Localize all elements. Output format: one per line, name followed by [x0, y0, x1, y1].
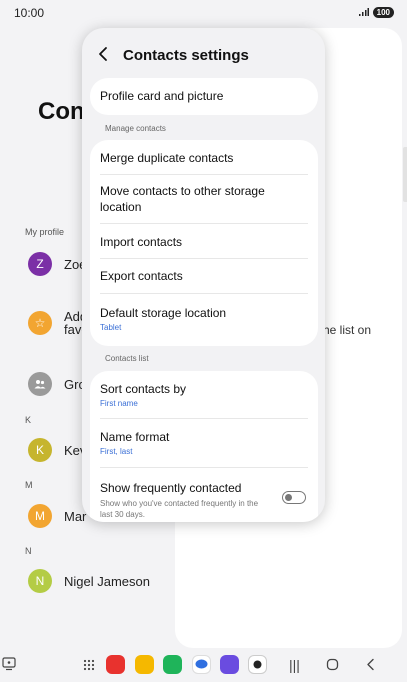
divider — [100, 418, 308, 419]
avatar: Z — [28, 252, 52, 276]
contacts-list-header: Contacts list — [105, 354, 149, 363]
back-arrow-icon[interactable] — [96, 45, 112, 63]
popup-header: Contacts settings — [82, 28, 325, 80]
import-contacts-item[interactable]: Import contacts — [100, 234, 308, 250]
home-icon[interactable] — [326, 658, 339, 671]
sort-contacts-value: First name — [100, 399, 138, 408]
edge-panel-handle[interactable] — [403, 147, 407, 202]
toggle-knob — [285, 493, 292, 501]
clock: 10:00 — [14, 6, 45, 20]
index-letter-n: N — [25, 546, 32, 556]
add-favourites-row[interactable]: ☆ Add fave — [28, 310, 89, 336]
divider — [100, 174, 308, 175]
messages-app-icon[interactable] — [192, 655, 211, 674]
notes-app-icon[interactable] — [106, 655, 125, 674]
keyboard-icon[interactable] — [2, 657, 16, 671]
move-contacts-item[interactable]: Move contacts to other storage location — [100, 183, 308, 215]
divider — [100, 467, 308, 468]
contact-row-profile[interactable]: Z Zoe — [28, 251, 86, 277]
contacts-list-card: Sort contacts by First name Name format … — [90, 371, 318, 522]
files-app-icon[interactable] — [135, 655, 154, 674]
frequently-contacted-description: Show who you've contacted frequently in … — [100, 499, 259, 519]
manage-contacts-card: Merge duplicate contacts Move contacts t… — [90, 140, 318, 346]
divider — [100, 258, 308, 259]
divider — [100, 293, 308, 294]
avatar: K — [28, 438, 52, 462]
group-icon — [28, 372, 52, 396]
signal-icon — [359, 8, 369, 16]
page-title: Contacts settings — [123, 47, 249, 64]
contact-row-mar[interactable]: M Mar — [28, 503, 86, 529]
contact-name: Nigel Jameson — [64, 573, 150, 589]
contact-row-nigel[interactable]: N Nigel Jameson — [28, 568, 150, 594]
merge-duplicates-item[interactable]: Merge duplicate contacts — [100, 150, 308, 166]
contact-name: Mar — [64, 508, 87, 524]
recent-apps-icon[interactable]: ||| — [289, 657, 300, 673]
frequently-contacted-toggle[interactable] — [282, 491, 306, 504]
camera-app-icon[interactable] — [248, 655, 267, 674]
app-title: Con — [38, 98, 85, 125]
profile-card-label: Profile card and picture — [100, 89, 224, 103]
detail-panel-text: he list on — [323, 323, 372, 337]
profile-card-item[interactable]: Profile card and picture — [90, 78, 318, 115]
default-storage-value: Tablet — [100, 323, 122, 332]
groups-row[interactable]: Gro — [28, 371, 86, 397]
avatar: M — [28, 504, 52, 528]
phone-app-icon[interactable] — [163, 655, 182, 674]
navigation-bar: ||| — [0, 652, 407, 682]
back-nav-icon[interactable] — [365, 658, 377, 671]
name-format-value: First, last — [100, 447, 133, 456]
export-contacts-item[interactable]: Export contacts — [100, 268, 308, 284]
sort-contacts-item[interactable]: Sort contacts by First name — [100, 381, 308, 408]
default-storage-item[interactable]: Default storage location Tablet — [100, 305, 308, 332]
frequently-contacted-item[interactable]: Show frequently contacted Show who you'v… — [100, 480, 308, 520]
name-format-item[interactable]: Name format First, last — [100, 429, 308, 456]
manage-contacts-header: Manage contacts — [105, 124, 166, 133]
app-drawer-icon[interactable] — [83, 659, 95, 671]
index-letter-k: K — [25, 415, 32, 425]
contact-row-kev[interactable]: K Kev — [28, 437, 86, 463]
index-letter-m: M — [25, 480, 33, 490]
battery-icon: 100 — [372, 7, 394, 18]
star-icon: ☆ — [28, 311, 52, 335]
avatar: N — [28, 569, 52, 593]
browser-app-icon[interactable] — [220, 655, 239, 674]
status-bar: 10:00 100 — [0, 0, 407, 24]
divider — [100, 223, 308, 224]
contacts-settings-popup: Contacts settings Profile card and pictu… — [82, 28, 325, 522]
my-profile-label: My profile — [25, 227, 65, 237]
